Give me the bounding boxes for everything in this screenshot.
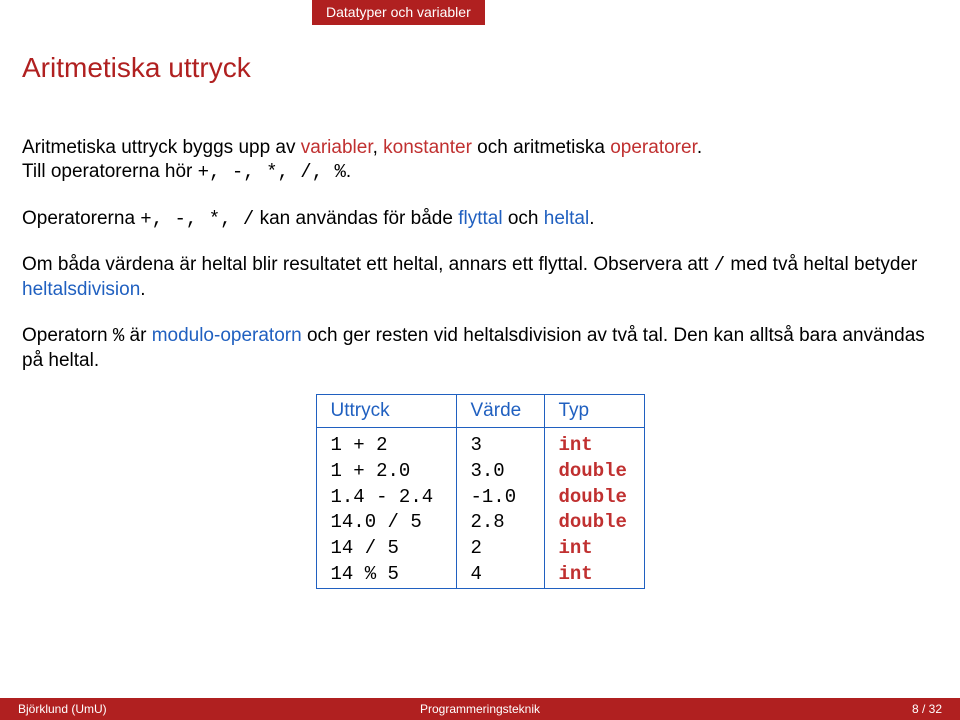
term-operatorer: operatorer	[610, 137, 697, 158]
table-row: 14 / 52 int	[316, 536, 644, 562]
cell-expr: 1 + 2.0	[316, 459, 456, 485]
paragraph-2: Operatorerna +, -, *, / kan användas för…	[22, 207, 938, 232]
paragraph-4: Operatorn % är modulo-operatorn och ger …	[22, 324, 938, 373]
type-keyword: double	[559, 460, 627, 482]
text: Operatorn	[22, 325, 113, 346]
text: .	[346, 161, 351, 182]
cell-value: 3	[456, 428, 544, 459]
cell-value: 3.0	[456, 459, 544, 485]
type-keyword: int	[559, 537, 593, 559]
table-row: 1 + 23 int	[316, 428, 644, 459]
text: .	[140, 279, 145, 300]
cell-type: double	[544, 485, 644, 511]
term-heltal: heltal	[544, 208, 589, 229]
text: .	[697, 137, 702, 158]
section-tab: Datatyper och variabler	[312, 0, 485, 25]
cell-expr: 14.0 / 5	[316, 510, 456, 536]
text: är	[124, 325, 151, 346]
cell-type: int	[544, 536, 644, 562]
example-table: Uttryck Värde Typ 1 + 23 int 1 + 2.03.0 dou…	[316, 394, 645, 588]
cell-value: -1.0	[456, 485, 544, 511]
cell-expr: 14 / 5	[316, 536, 456, 562]
type-keyword: int	[559, 434, 593, 456]
cell-expr: 14 % 5	[316, 562, 456, 588]
table-row: 1.4 - 2.4-1.0 double	[316, 485, 644, 511]
text: Till operatorerna hör	[22, 161, 198, 182]
col-header-varde: Värde	[456, 395, 544, 428]
code-ops1: +, -, *, /, %	[198, 161, 346, 183]
term-heltalsdivision: heltalsdivision	[22, 279, 140, 300]
code-ops2: +, -, *, /	[140, 208, 254, 230]
text: Aritmetiska uttryck byggs upp av	[22, 137, 301, 158]
type-keyword: int	[559, 563, 593, 585]
cell-type: double	[544, 510, 644, 536]
table-row: 1 + 2.03.0 double	[316, 459, 644, 485]
term-modulo: modulo-operatorn	[152, 325, 302, 346]
footer-right: 8 / 32	[912, 702, 942, 716]
cell-type: int	[544, 562, 644, 588]
type-keyword: double	[559, 511, 627, 533]
table-header-row: Uttryck Värde Typ	[316, 395, 644, 428]
text: Om båda värdena är heltal blir resultate…	[22, 254, 714, 275]
cell-value: 2	[456, 536, 544, 562]
footer: Björklund (UmU) Programmeringsteknik 8 /…	[0, 698, 960, 720]
example-table-wrap: Uttryck Värde Typ 1 + 23 int 1 + 2.03.0 dou…	[22, 394, 938, 588]
cell-type: int	[544, 428, 644, 459]
term-flyttal: flyttal	[458, 208, 502, 229]
table-row: 14.0 / 52.8 double	[316, 510, 644, 536]
slide-title: Aritmetiska uttryck	[22, 52, 251, 84]
col-header-typ: Typ	[544, 395, 644, 428]
text: Operatorerna	[22, 208, 140, 229]
text: ,	[373, 137, 384, 158]
type-keyword: double	[559, 486, 627, 508]
text: med två heltal betyder	[725, 254, 917, 275]
cell-value: 2.8	[456, 510, 544, 536]
text: .	[589, 208, 594, 229]
cell-value: 4	[456, 562, 544, 588]
footer-center: Programmeringsteknik	[0, 702, 960, 716]
footer-left: Björklund (UmU)	[18, 702, 107, 716]
code-slash: /	[714, 254, 725, 276]
col-header-uttryck: Uttryck	[316, 395, 456, 428]
text: och	[503, 208, 544, 229]
table-row: 14 % 54 int	[316, 562, 644, 588]
code-percent: %	[113, 325, 124, 347]
term-konstanter: konstanter	[383, 137, 472, 158]
cell-expr: 1.4 - 2.4	[316, 485, 456, 511]
paragraph-1: Aritmetiska uttryck byggs upp av variabl…	[22, 136, 938, 185]
term-variabler: variabler	[301, 137, 373, 158]
paragraph-3: Om båda värdena är heltal blir resultate…	[22, 253, 938, 302]
slide-content: Aritmetiska uttryck byggs upp av variabl…	[22, 136, 938, 589]
text: och aritmetiska	[472, 137, 610, 158]
text: kan användas för både	[254, 208, 458, 229]
cell-type: double	[544, 459, 644, 485]
cell-expr: 1 + 2	[316, 428, 456, 459]
